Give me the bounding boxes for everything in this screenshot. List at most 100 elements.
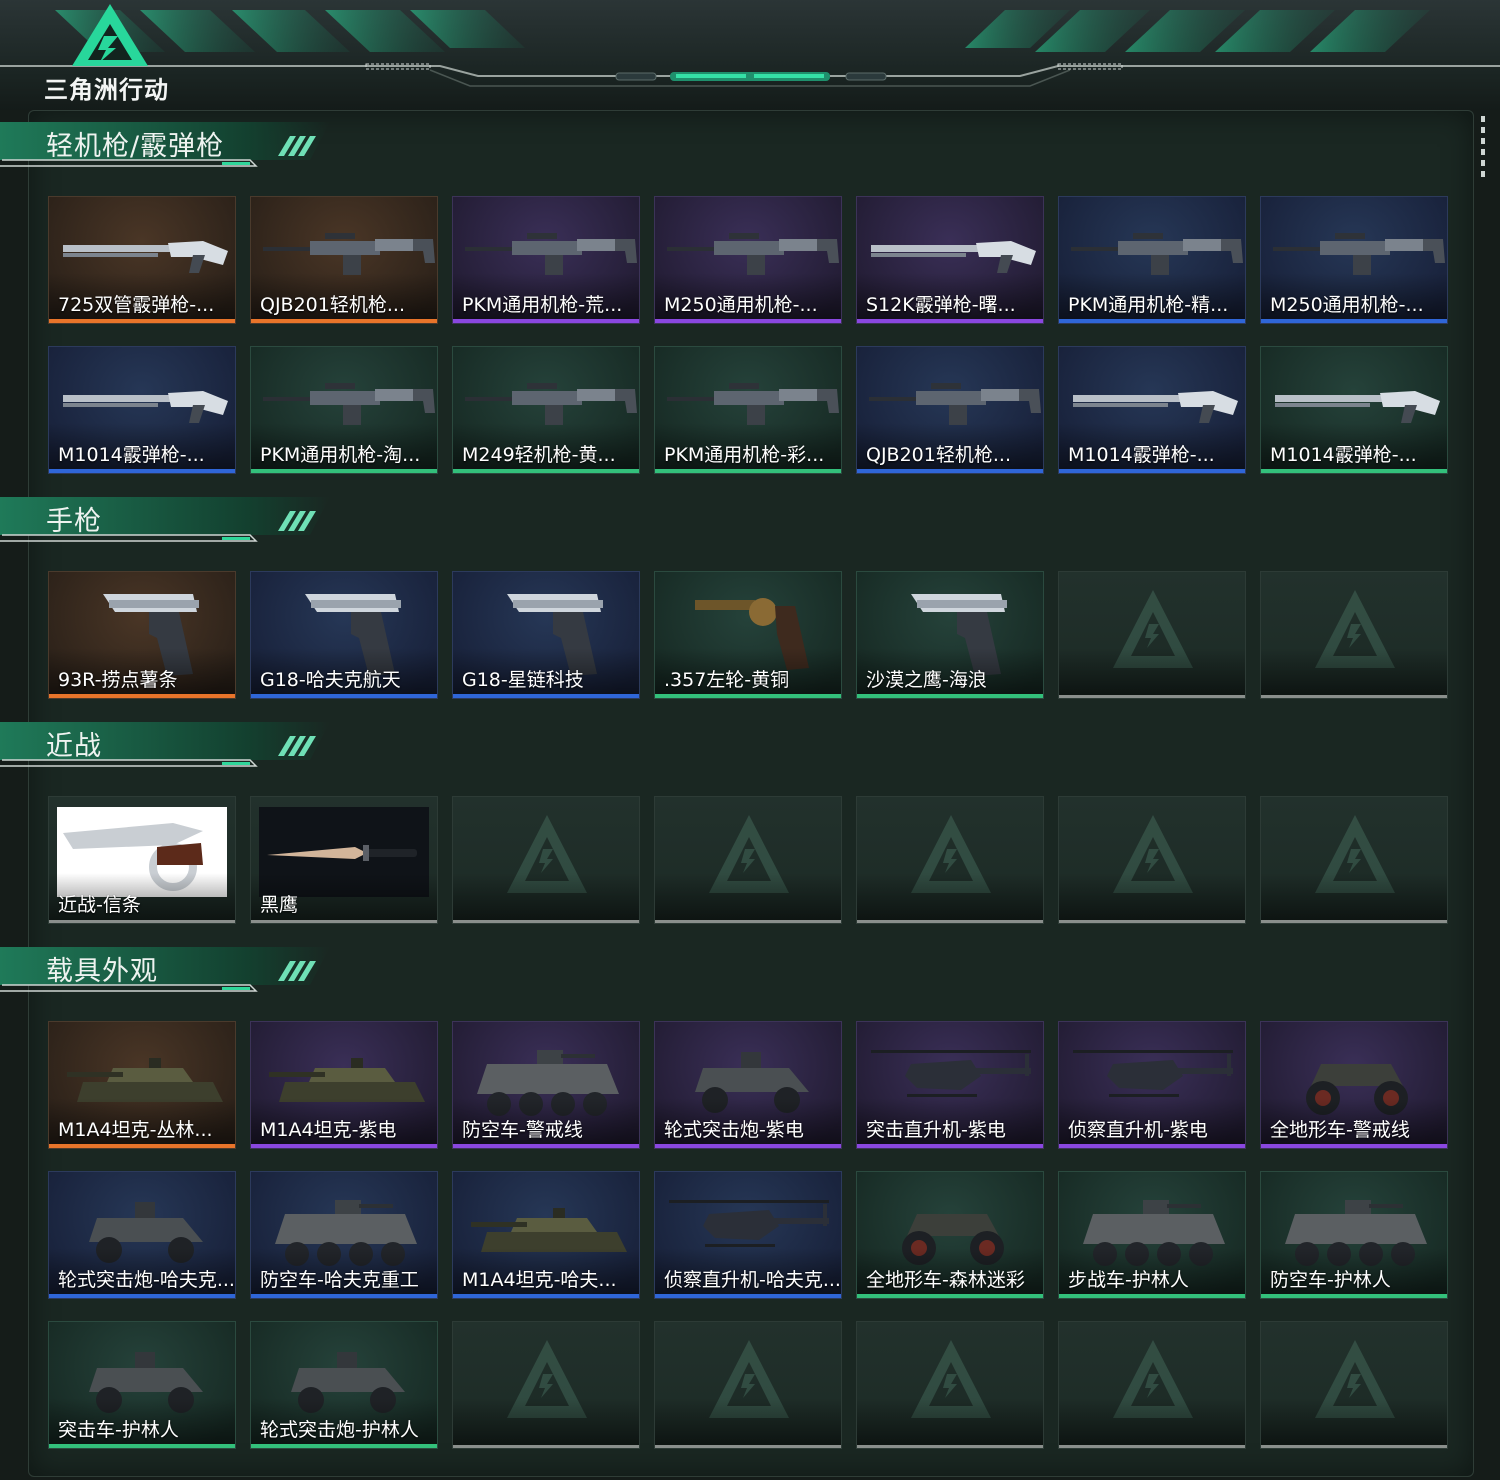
quality-bar	[251, 469, 437, 473]
item-label: G18-星链科技	[462, 669, 584, 691]
item-card[interactable]: 轮式突击炮-哈夫克...	[48, 1171, 236, 1299]
item-label: 近战-信条	[58, 894, 141, 916]
item-label: 轮式突击炮-哈夫克...	[58, 1269, 235, 1291]
item-card[interactable]: QJB201轻机枪...	[856, 346, 1044, 474]
item-label: PKM通用机枪-彩...	[664, 444, 825, 466]
quality-bar	[1059, 1294, 1245, 1298]
item-card[interactable]: M1A4坦克-紫电	[250, 1021, 438, 1149]
item-label: 725双管霰弹枪-...	[58, 294, 215, 316]
empty-slot	[1058, 1321, 1246, 1449]
quality-bar	[655, 469, 841, 473]
item-card[interactable]: 沙漠之鹰-海浪	[856, 571, 1044, 699]
item-label: PKM通用机枪-淘...	[260, 444, 421, 466]
item-card[interactable]: 突击车-护林人	[48, 1321, 236, 1449]
item-label: M1014霰弹枪-...	[58, 444, 205, 466]
quality-bar	[1261, 319, 1447, 323]
item-card[interactable]: M1A4坦克-丛林...	[48, 1021, 236, 1149]
quality-bar	[49, 1444, 235, 1448]
quality-bar	[49, 694, 235, 698]
section-title: 手枪	[0, 493, 340, 549]
quality-bar	[49, 1144, 235, 1148]
empty-slot	[856, 1321, 1044, 1449]
quality-bar	[857, 469, 1043, 473]
item-card[interactable]: G18-哈夫克航天	[250, 571, 438, 699]
quality-bar	[655, 694, 841, 698]
empty-slot	[1058, 571, 1246, 699]
item-label: M1014霰弹枪-...	[1068, 444, 1215, 466]
empty-slot	[1260, 1321, 1448, 1449]
empty-slot	[452, 796, 640, 924]
item-card[interactable]: M250通用机枪-...	[1260, 196, 1448, 324]
quality-bar	[1059, 319, 1245, 323]
item-card[interactable]: 全地形车-警戒线	[1260, 1021, 1448, 1149]
item-card[interactable]: 全地形车-森林迷彩	[856, 1171, 1044, 1299]
item-card[interactable]: G18-星链科技	[452, 571, 640, 699]
section-title: 载具外观	[0, 943, 340, 999]
item-card[interactable]: QJB201轻机枪...	[250, 196, 438, 324]
item-label: 全地形车-警戒线	[1270, 1119, 1410, 1141]
quality-bar	[857, 319, 1043, 323]
item-card[interactable]: 黑鹰	[250, 796, 438, 924]
item-card[interactable]: M1014霰弹枪-...	[48, 346, 236, 474]
quality-bar	[49, 920, 235, 923]
item-card[interactable]: 轮式突击炮-紫电	[654, 1021, 842, 1149]
item-label: 防空车-哈夫克重工	[260, 1269, 419, 1291]
quality-bar	[453, 319, 639, 323]
item-card[interactable]: M1014霰弹枪-...	[1260, 346, 1448, 474]
item-card[interactable]: 轮式突击炮-护林人	[250, 1321, 438, 1449]
quality-bar	[453, 1144, 639, 1148]
item-label: 93R-捞点薯条	[58, 669, 178, 691]
empty-slot	[1058, 796, 1246, 924]
quality-bar	[857, 1144, 1043, 1148]
quality-bar	[655, 319, 841, 323]
item-card[interactable]: PKM通用机枪-淘...	[250, 346, 438, 474]
empty-slot	[654, 796, 842, 924]
item-card[interactable]: M249轻机枪-黄...	[452, 346, 640, 474]
item-card[interactable]: PKM通用机枪-彩...	[654, 346, 842, 474]
quality-bar	[251, 1294, 437, 1298]
item-card[interactable]: 侦察直升机-紫电	[1058, 1021, 1246, 1149]
item-card[interactable]: M250通用机枪-...	[654, 196, 842, 324]
item-card[interactable]: 侦察直升机-哈夫克...	[654, 1171, 842, 1299]
empty-slot	[856, 796, 1044, 924]
quality-bar	[1059, 1144, 1245, 1148]
quality-bar	[857, 920, 1043, 923]
item-card[interactable]: PKM通用机枪-荒...	[452, 196, 640, 324]
item-card[interactable]: 近战-信条	[48, 796, 236, 924]
scrollbar[interactable]	[1481, 116, 1485, 178]
quality-bar	[655, 1445, 841, 1448]
item-label: 轮式突击炮-紫电	[664, 1119, 804, 1141]
item-label: M1A4坦克-丛林...	[58, 1119, 213, 1141]
quality-bar	[1059, 920, 1245, 923]
item-card[interactable]: PKM通用机枪-精...	[1058, 196, 1246, 324]
item-card[interactable]: M1A4坦克-哈夫...	[452, 1171, 640, 1299]
item-card[interactable]: 防空车-哈夫克重工	[250, 1171, 438, 1299]
item-card[interactable]: 93R-捞点薯条	[48, 571, 236, 699]
item-card[interactable]: 突击直升机-紫电	[856, 1021, 1044, 1149]
item-label: .357左轮-黄铜	[664, 669, 790, 691]
quality-bar	[453, 920, 639, 923]
item-card[interactable]: .357左轮-黄铜	[654, 571, 842, 699]
empty-slot	[452, 1321, 640, 1449]
quality-bar	[655, 920, 841, 923]
item-card[interactable]: M1014霰弹枪-...	[1058, 346, 1246, 474]
section-title: 轻机枪/霰弹枪	[0, 118, 340, 174]
item-label: PKM通用机枪-荒...	[462, 294, 623, 316]
quality-bar	[1261, 920, 1447, 923]
quality-bar	[251, 920, 437, 923]
item-card[interactable]: 防空车-护林人	[1260, 1171, 1448, 1299]
header-decoration	[0, 4, 1500, 87]
quality-bar	[857, 1294, 1043, 1298]
item-card[interactable]: S12K霰弹枪-曙...	[856, 196, 1044, 324]
item-label: M250通用机枪-...	[1270, 294, 1424, 316]
quality-bar	[1261, 1445, 1447, 1448]
quality-bar	[857, 1445, 1043, 1448]
item-label: QJB201轻机枪...	[866, 444, 1011, 466]
quality-bar	[251, 319, 437, 323]
quality-bar	[1059, 469, 1245, 473]
item-card[interactable]: 725双管霰弹枪-...	[48, 196, 236, 324]
quality-bar	[453, 1445, 639, 1448]
section-title-text: 近战	[46, 731, 102, 762]
item-card[interactable]: 步战车-护林人	[1058, 1171, 1246, 1299]
item-card[interactable]: 防空车-警戒线	[452, 1021, 640, 1149]
